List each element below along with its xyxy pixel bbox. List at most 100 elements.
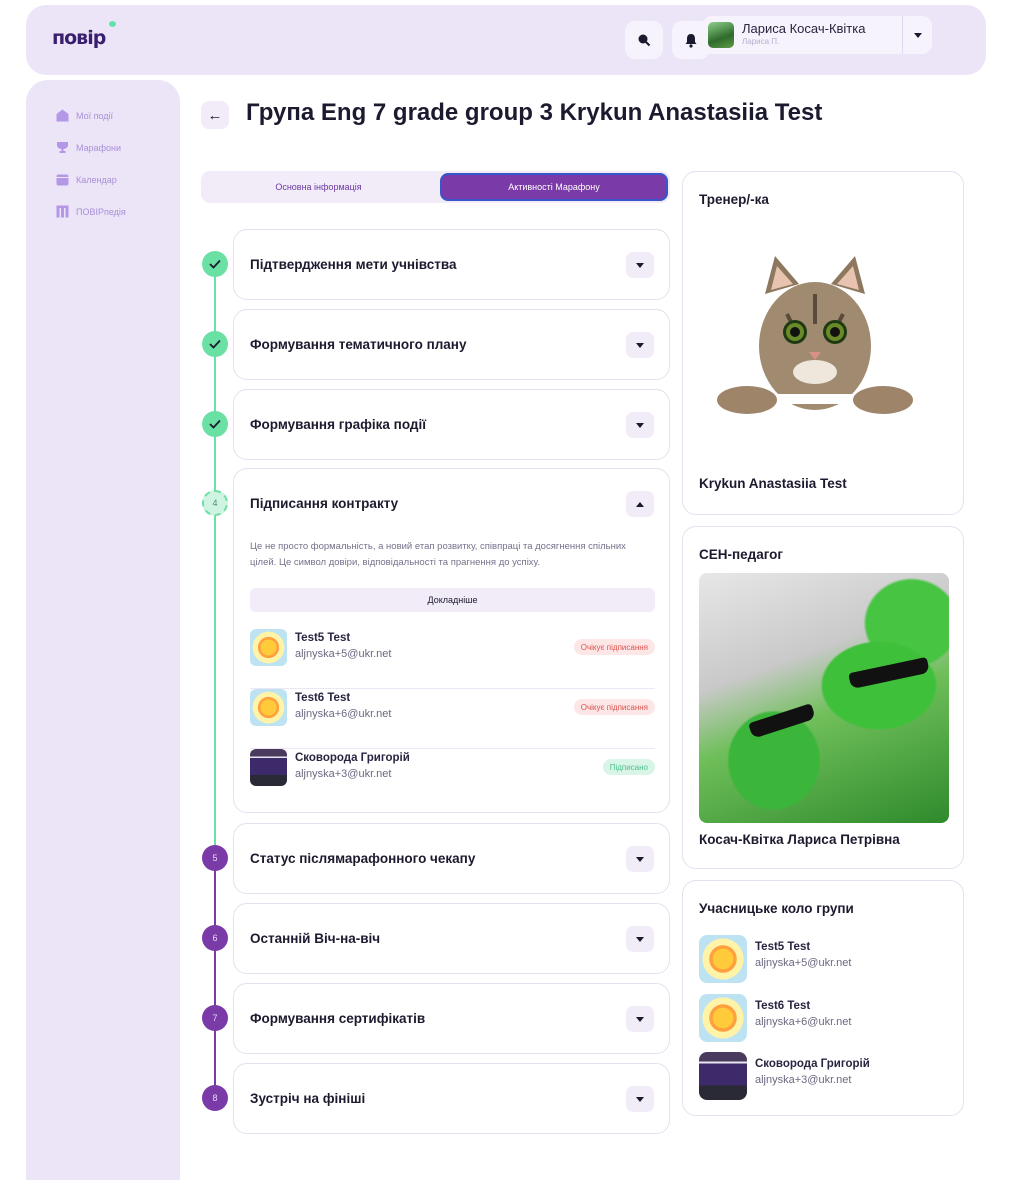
status-badge: Очікує підписання [573, 699, 655, 715]
sen-card: СЕН-педагог Косач-Квітка Лариса Петрівна [682, 526, 964, 869]
step-card-post-checkup[interactable]: Статус післямарафонного чекапу [233, 823, 670, 894]
expand-button[interactable] [626, 412, 654, 438]
more-button[interactable]: Докладніше [250, 588, 655, 612]
user-menu[interactable]: Лариса Косач-Квітка Лариса П. [702, 16, 902, 54]
sen-name: Косач-Квітка Лариса Петрівна [699, 832, 900, 847]
step-title: Підписання контракту [250, 496, 399, 511]
step-check-icon [202, 251, 228, 277]
member-name: Сковорода Григорій [295, 752, 410, 764]
step-card-event-schedule[interactable]: Формування графіка події [233, 389, 670, 460]
step-description: Це не просто формальність, а новий етап … [250, 541, 626, 568]
member-email: aljnyska+6@ukr.net [295, 708, 392, 720]
expand-button[interactable] [626, 1086, 654, 1112]
step-check-icon [202, 411, 228, 437]
list-item: Test6 Test aljnyska+6@ukr.net Очікує під… [250, 689, 655, 749]
avatar [250, 689, 287, 726]
home-icon [56, 109, 69, 122]
step-number: 5 [202, 845, 228, 871]
book-icon [56, 205, 69, 218]
participant-name: Test6 Test [755, 1000, 811, 1012]
member-email: aljnyska+3@ukr.net [295, 768, 392, 780]
step-number: 8 [202, 1085, 228, 1111]
step-card-certificates[interactable]: Формування сертифікатів [233, 983, 670, 1054]
avatar [699, 1052, 747, 1100]
list-item: Test5 Test aljnyska+5@ukr.net Очікує під… [250, 629, 655, 689]
participant-name: Сковорода Григорій [755, 1058, 870, 1070]
participants-card: Учасницьке коло групи Test5 Test aljnysk… [682, 880, 964, 1116]
step-title: Останній Віч-на-віч [250, 931, 381, 946]
user-dropdown-button[interactable] [902, 16, 932, 54]
tab-marathon-activities[interactable]: Активності Марафону [440, 173, 668, 201]
search-icon [638, 34, 651, 47]
step-check-icon [202, 331, 228, 357]
user-short-name: Лариса П. [742, 37, 780, 46]
sen-heading: СЕН-педагог [699, 547, 784, 562]
chevron-down-icon [636, 856, 644, 862]
tabs: Основна інформація Активності Марафону [201, 171, 670, 203]
member-name: Test6 Test [295, 692, 351, 704]
avatar [699, 994, 747, 1042]
chevron-up-icon [636, 501, 644, 507]
search-button[interactable] [625, 21, 663, 59]
logo[interactable]: повір [52, 21, 116, 49]
list-item: Сковорода Григорій aljnyska+3@ukr.net Пі… [250, 749, 655, 809]
trainer-photo [717, 256, 913, 414]
sidebar-item-marathons[interactable]: Марафони [56, 141, 121, 154]
sidebar: Мої події Марафони Календар ПОВІРпедія [26, 80, 180, 1180]
avatar [699, 935, 747, 983]
tab-basic-info[interactable]: Основна інформація [205, 173, 432, 201]
step-card-last-one-on-one[interactable]: Останній Віч-на-віч [233, 903, 670, 974]
participant-item: Test6 Test aljnyska+6@ukr.net [699, 994, 949, 1044]
step-title: Формування тематичного плану [250, 337, 467, 352]
step-card-thematic-plan[interactable]: Формування тематичного плану [233, 309, 670, 380]
trainer-card: Тренер/-ка Krykun Anastasiia Test [682, 171, 964, 515]
step-title: Формування графіка події [250, 417, 427, 432]
chevron-down-icon [636, 262, 644, 268]
chevron-down-icon [913, 32, 922, 38]
step-number: 6 [202, 925, 228, 951]
expand-button[interactable] [626, 332, 654, 358]
avatar [250, 749, 287, 786]
step-card-finish-meeting[interactable]: Зустріч на фініші [233, 1063, 670, 1134]
sidebar-item-label: Мої події [76, 110, 114, 121]
expand-button[interactable] [626, 1006, 654, 1032]
step-title: Формування сертифікатів [250, 1011, 426, 1026]
participant-email: aljnyska+5@ukr.net [755, 957, 852, 969]
participant-email: aljnyska+6@ukr.net [755, 1016, 852, 1028]
expand-button[interactable] [626, 252, 654, 278]
participants-heading: Учасницьке коло групи [699, 901, 854, 916]
trophy-icon [57, 142, 68, 153]
step-number: 7 [202, 1005, 228, 1031]
collapse-button[interactable] [626, 491, 654, 517]
back-button[interactable]: ← [201, 101, 229, 129]
sidebar-item-calendar[interactable]: Календар [56, 173, 117, 186]
expand-button[interactable] [626, 846, 654, 872]
sidebar-item-label: ПОВІРпедія [76, 206, 126, 217]
status-badge: Підписано [602, 759, 655, 775]
participant-item: Test5 Test aljnyska+5@ukr.net [699, 935, 949, 985]
status-badge: Очікує підписання [573, 639, 655, 655]
glasses-decoration [748, 703, 816, 739]
expand-button[interactable] [626, 926, 654, 952]
sidebar-item-label: Календар [76, 174, 117, 185]
step-card-goal-confirmation[interactable]: Підтвердження мети учнівства [233, 229, 670, 300]
step-title: Підтвердження мети учнівства [250, 257, 457, 272]
avatar [250, 629, 287, 666]
chevron-down-icon [636, 342, 644, 348]
step-number-current: 4 [202, 490, 228, 516]
participant-email: aljnyska+3@ukr.net [755, 1074, 852, 1086]
sen-photo [699, 573, 949, 823]
sidebar-item-povirpedia[interactable]: ПОВІРпедія [56, 205, 126, 218]
chevron-down-icon [636, 1096, 644, 1102]
sidebar-item-my-events[interactable]: Мої події [56, 109, 113, 122]
participant-item: Сковорода Григорій aljnyska+3@ukr.net [699, 1052, 949, 1102]
step-title: Статус післямарафонного чекапу [250, 851, 476, 866]
step-title: Зустріч на фініші [250, 1091, 366, 1106]
user-avatar [708, 22, 734, 48]
member-name: Test5 Test [295, 632, 351, 644]
bell-icon [685, 33, 697, 48]
calendar-icon [56, 174, 69, 186]
step-card-contract-signing: Підписання контракту Це не просто формал… [233, 468, 670, 813]
arrow-left-icon: ← [207, 106, 223, 124]
chevron-down-icon [636, 936, 644, 942]
